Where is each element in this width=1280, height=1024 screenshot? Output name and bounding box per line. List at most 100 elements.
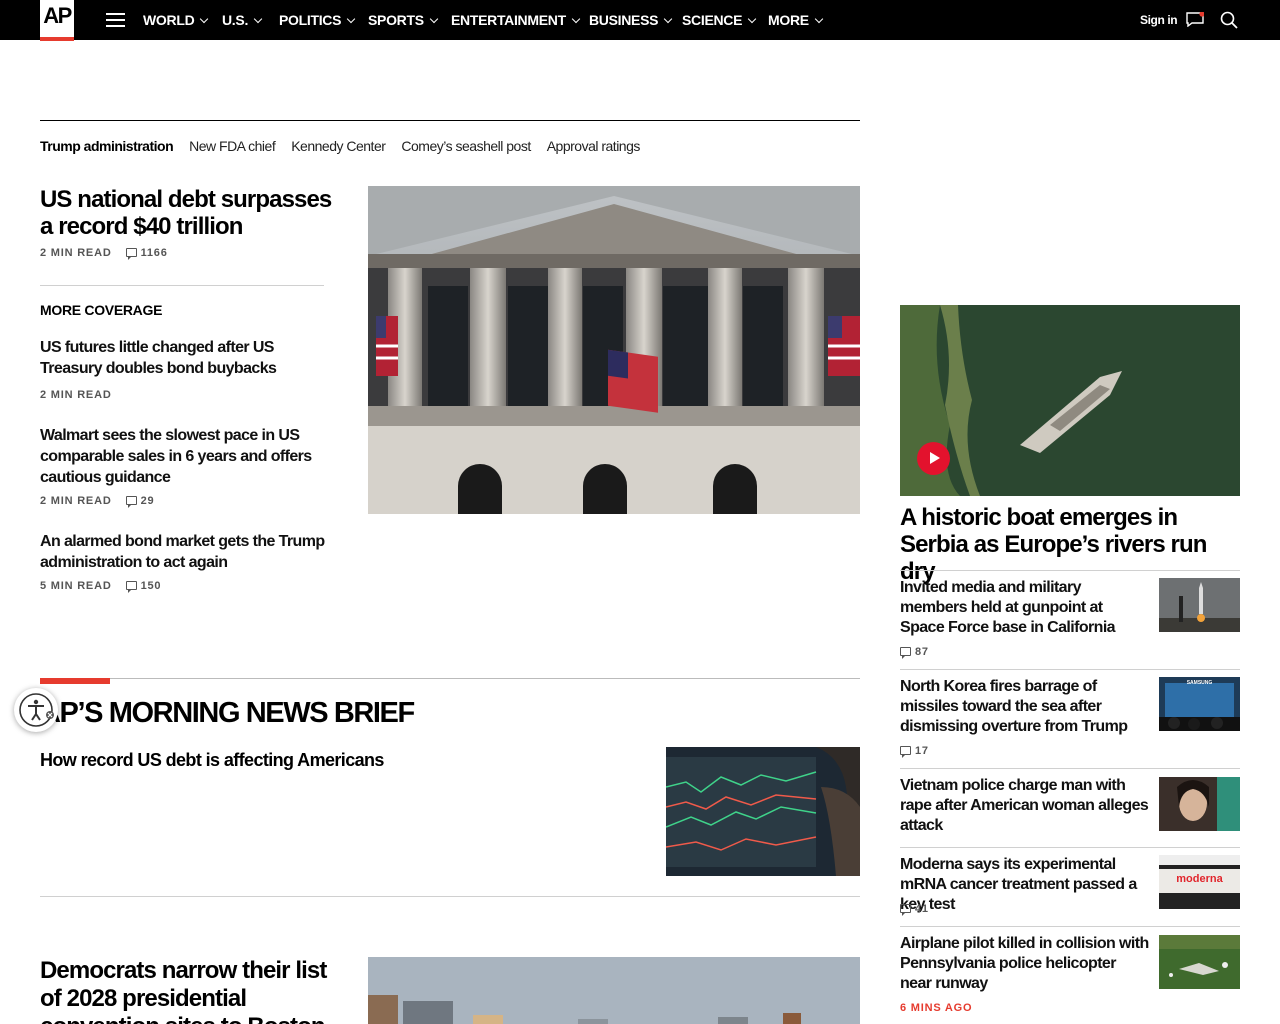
comment-count-value: 87 [915, 646, 929, 658]
courtroom-thumbnail[interactable] [1159, 777, 1240, 831]
comment-count[interactable]: 150 [125, 579, 162, 593]
comment-count-value: 29 [140, 495, 155, 507]
nav-item-sports[interactable]: SPORTS [368, 0, 439, 40]
chat-icon[interactable] [1186, 12, 1204, 27]
tag-link[interactable]: Approval ratings [547, 138, 641, 154]
nav-label: SPORTS [368, 12, 424, 28]
divider [900, 847, 1240, 848]
side-story[interactable]: Invited media and military members held … [900, 578, 1240, 668]
read-time: 2 MIN READ [40, 389, 112, 401]
coverage-meta: 2 MIN READ [40, 388, 112, 402]
nav-label: U.S. [222, 12, 249, 28]
side-story[interactable]: Moderna says its experimental mRNA cance… [900, 855, 1240, 925]
side-headline[interactable]: North Korea fires barrage of missiles to… [900, 677, 1150, 737]
side-headline[interactable]: Invited media and military members held … [900, 578, 1150, 638]
moderna-building-thumbnail[interactable]: moderna [1159, 855, 1240, 909]
read-time: 2 MIN READ [40, 247, 112, 259]
tag-link[interactable]: Comey’s seashell post [401, 138, 531, 154]
chevron-down-icon [346, 14, 356, 24]
comment-count[interactable]: 17 [900, 744, 929, 758]
comment-count[interactable]: 1166 [125, 246, 168, 260]
tag-link[interactable]: New FDA chief [189, 138, 276, 154]
divider [900, 768, 1240, 769]
coverage-headline[interactable]: Walmart sees the slowest pace in US comp… [40, 425, 330, 488]
democrats-headline[interactable]: Democrats narrow their list of 2028 pres… [40, 957, 350, 1024]
crash-site-thumbnail[interactable] [1159, 935, 1240, 989]
nav-label: BUSINESS [589, 12, 659, 28]
comment-count-value: 41 [915, 903, 929, 915]
side-headline[interactable]: Moderna says its experimental mRNA cance… [900, 855, 1150, 915]
nav-label: POLITICS [279, 12, 342, 28]
divider [40, 896, 860, 897]
accessibility-button[interactable] [14, 688, 58, 732]
search-icon[interactable] [1220, 11, 1238, 29]
top-navigation-bar: AP WORLD U.S. POLITICS SPORTS ENTERTAINM… [0, 0, 1280, 41]
lead-meta: 2 MIN READ 1166 [40, 246, 168, 260]
section-rule [40, 120, 860, 121]
comment-count-value: 1166 [140, 247, 168, 259]
trending-tags: Trump administration New FDA chief Kennedy… [40, 136, 656, 156]
nav-label: SCIENCE [682, 12, 743, 28]
chevron-down-icon [747, 14, 757, 24]
serbia-boat-aerial-photo[interactable] [900, 305, 1240, 496]
side-headline[interactable]: Vietnam police charge man with rape afte… [900, 776, 1150, 836]
side-story[interactable]: Airplane pilot killed in collision with … [900, 934, 1240, 1024]
comment-icon [900, 746, 911, 758]
ap-logo[interactable]: AP [40, 0, 74, 41]
tag-link[interactable]: Kennedy Center [291, 138, 386, 154]
comment-icon [900, 904, 911, 916]
tag-link[interactable]: Trump administration [40, 138, 174, 154]
comment-count[interactable]: 87 [900, 645, 929, 659]
nav-label: MORE [768, 12, 809, 28]
nav-item-entertainment[interactable]: ENTERTAINMENT [451, 0, 581, 40]
more-coverage-label: MORE COVERAGE [40, 302, 163, 318]
city-skyline-photo[interactable] [368, 957, 860, 1024]
chevron-down-icon [663, 14, 673, 24]
rocket-launch-thumbnail[interactable] [1159, 578, 1240, 632]
chevron-down-icon [429, 14, 439, 24]
menu-icon[interactable] [106, 13, 125, 27]
featured-headline[interactable]: A historic boat emerges in Serbia as Eur… [900, 504, 1240, 585]
side-headline[interactable]: Airplane pilot killed in collision with … [900, 934, 1150, 994]
chevron-down-icon [200, 14, 209, 24]
read-time: 2 MIN READ [40, 495, 112, 507]
divider [900, 926, 1240, 927]
thumbnail-caption: moderna [1176, 873, 1223, 885]
comment-icon [900, 647, 911, 659]
comment-count[interactable]: 29 [125, 494, 155, 508]
section-accent-bar [40, 678, 110, 684]
comment-icon [125, 496, 137, 508]
coverage-headline[interactable]: An alarmed bond market gets the Trump ad… [40, 531, 330, 573]
sign-in-link[interactable]: Sign in [1140, 0, 1178, 40]
logo-text: AP [43, 3, 72, 28]
comment-count[interactable]: 41 [900, 902, 929, 916]
section-rule [40, 678, 860, 679]
tv-broadcast-thumbnail[interactable]: SAMSUNG [1159, 677, 1240, 731]
comment-count-value: 17 [915, 745, 929, 757]
brief-headline[interactable]: How record US debt is affecting American… [40, 750, 384, 771]
time-ago: 6 MINS AGO [900, 1002, 973, 1014]
nav-item-science[interactable]: SCIENCE [682, 0, 757, 40]
nav-label: WORLD [143, 12, 195, 28]
trader-screens-photo[interactable] [666, 747, 860, 876]
divider [900, 669, 1240, 670]
lead-headline[interactable]: US national debt surpasses a record $40 … [40, 186, 340, 240]
chevron-down-icon [253, 14, 263, 24]
read-time: 5 MIN READ [40, 580, 112, 592]
nav-label: ENTERTAINMENT [451, 12, 566, 28]
section-title[interactable]: AP’S MORNING NEWS BRIEF [40, 697, 415, 730]
nav-item-world[interactable]: WORLD [143, 0, 209, 40]
side-story[interactable]: North Korea fires barrage of missiles to… [900, 677, 1240, 767]
nav-item-politics[interactable]: POLITICS [279, 0, 356, 40]
side-story[interactable]: Vietnam police charge man with rape afte… [900, 776, 1240, 846]
nav-item-us[interactable]: U.S. [222, 0, 263, 40]
thumbnail-caption: SAMSUNG [1186, 680, 1213, 686]
chevron-down-icon [571, 14, 581, 24]
nav-item-business[interactable]: BUSINESS [589, 0, 673, 40]
play-video-button[interactable] [917, 442, 950, 475]
coverage-meta: 5 MIN READ 150 [40, 579, 161, 593]
coverage-headline[interactable]: US futures little changed after US Treas… [40, 337, 330, 379]
nav-item-more[interactable]: MORE [768, 0, 824, 40]
comment-icon [125, 248, 137, 260]
stock-exchange-photo[interactable] [368, 186, 860, 514]
